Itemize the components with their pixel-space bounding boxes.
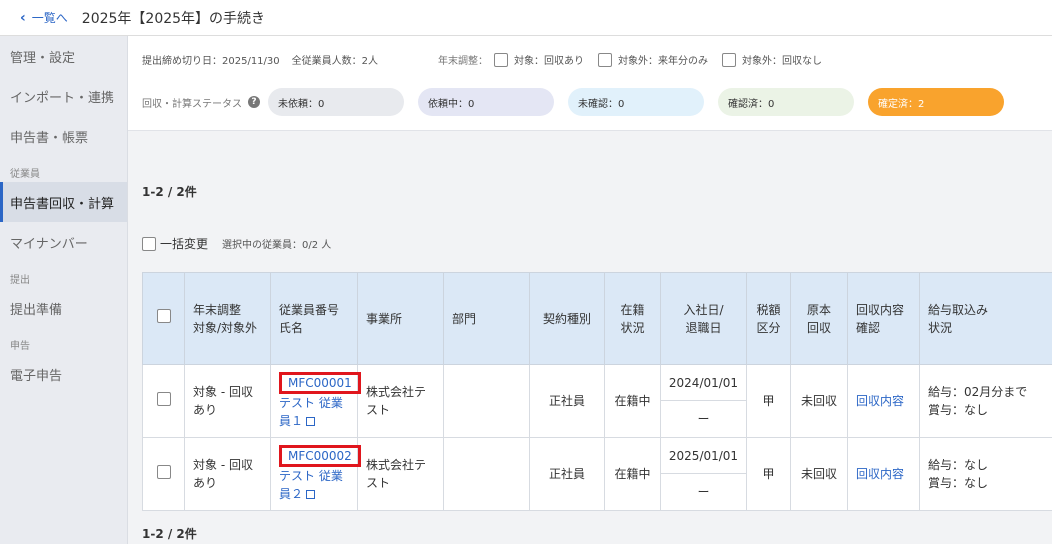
review-link[interactable]: 回収内容 [856,394,904,408]
bulk-change-bar: 一括変更 選択中の従業員：0/2 人 [142,235,331,252]
sidebar-item-mynumber[interactable]: マイナンバー [0,222,127,262]
bulk-change-label: 一括変更 [160,237,209,251]
result-count: 1-2 / 2件 [142,185,197,199]
cell-tax: 甲 [746,437,791,511]
header-status: 在籍 状況 [604,272,661,365]
cell-join-leave: 2024/01/01 ー [660,364,747,438]
row-select-cell [142,364,185,438]
back-label: 一覧へ [31,11,68,25]
cell-original: 未回収 [790,437,848,511]
bulk-change-checkbox[interactable] [142,236,156,251]
header-tax: 税額 区分 [746,272,791,365]
employee-name-link[interactable]: テスト 従業員２ [279,469,343,501]
chevron-left-icon: ‹ [20,9,26,26]
sidebar-item-submit-prep[interactable]: 提出準備 [0,288,127,328]
leave-date: ー [697,485,710,499]
header-payroll: 給与取込み 状況 [919,272,1052,365]
cell-status: 在籍中 [604,437,661,511]
header-contract: 契約種別 [529,272,605,365]
cell-office: 株式会社テスト [357,364,444,438]
row-checkbox[interactable] [156,391,171,406]
sidebar-section-submit: 提出 [10,274,30,286]
table-row: 対象 - 回収あり MFC00002 テスト 従業員２ 株式会社テスト 正社員 … [142,437,1052,511]
review-link[interactable]: 回収内容 [856,467,904,481]
top-bar: ‹ 一覧へ 2025年【2025年】の手続き [0,0,1052,36]
cell-dept [443,364,530,438]
cell-original: 未回収 [790,364,848,438]
select-all-cell [142,272,185,365]
filter-option-no-collection[interactable]: 対象外：回収なし [722,52,822,67]
selected-count-text: 選択中の従業員：0/2 人 [222,240,332,251]
status-pill-requested[interactable]: 依頼中：0 [418,88,554,116]
header-employee: 従業員番号 氏名 [270,272,358,365]
header-office: 事業所 [357,272,444,365]
header-dept: 部門 [443,272,530,365]
help-icon[interactable]: ? [248,96,260,108]
sidebar-item-collection[interactable]: 申告書回収・計算 [0,182,127,222]
filter-option-target[interactable]: 対象：回収あり [494,52,584,67]
sidebar-item-forms[interactable]: 申告書・帳票 [0,116,127,156]
header-join-leave: 入社日/ 退職日 [660,272,747,365]
filter-option-next-year[interactable]: 対象外：来年分のみ [598,52,708,67]
row-select-cell [142,437,185,511]
page-title: 2025年【2025年】の手続き [81,10,266,27]
leave-date: ー [697,412,710,426]
status-pill-confirmed[interactable]: 確認済：0 [718,88,854,116]
content-area: 1-2 / 2件 一括変更 選択中の従業員：0/2 人 年末調整 対象/対象外 … [128,131,1052,544]
cell-contract: 正社員 [529,437,605,511]
join-date: 2025/01/01 [661,438,746,474]
deadline-text: 提出締め切り日：2025/11/30 [142,56,280,67]
cell-employee: MFC00001 テスト 従業員１ [270,364,361,438]
select-all-checkbox[interactable] [156,309,171,323]
cell-tax: 甲 [746,364,791,438]
external-link-icon [306,490,316,499]
cell-status: 在籍中 [604,364,661,438]
join-date: 2024/01/01 [661,365,746,401]
status-pill-finalized[interactable]: 確定済：2 [868,88,1004,116]
cell-join-leave: 2025/01/01 ー [660,437,747,511]
cell-target: 対象 - 回収あり [184,364,271,438]
row-checkbox[interactable] [156,464,171,479]
external-link-icon [306,417,316,426]
employee-id-link[interactable]: MFC00001 [279,372,361,394]
sidebar-section-employee: 従業員 [10,168,40,180]
table-row: 対象 - 回収あり MFC00001 テスト 従業員１ 株式会社テスト 正社員 … [142,364,1052,438]
checkbox[interactable] [598,52,613,67]
status-pill-unconfirmed[interactable]: 未確認：0 [568,88,704,116]
checkbox[interactable] [494,52,509,67]
employee-id-link[interactable]: MFC00002 [279,445,361,467]
cell-target: 対象 - 回収あり [184,437,271,511]
header-target: 年末調整 対象/対象外 [184,272,271,365]
sidebar-item-e-filing[interactable]: 電子申告 [0,354,127,394]
result-count-bottom: 1-2 / 2件 [142,527,197,541]
cell-review: 回収内容 [847,364,920,438]
year-end-label: 年末調整： [438,56,489,67]
cell-contract: 正社員 [529,364,605,438]
employee-name-link[interactable]: テスト 従業員１ [279,396,343,428]
checkbox[interactable] [722,52,737,67]
cell-employee: MFC00002 テスト 従業員２ [270,437,361,511]
sidebar-section-report: 申告 [10,340,30,352]
status-label: 回収・計算ステータス ? [142,95,260,110]
header-original: 原本 回収 [790,272,848,365]
status-pill-unrequested[interactable]: 未依頼：0 [268,88,404,116]
table-header-row: 年末調整 対象/対象外 従業員番号 氏名 事業所 部門 契約種別 在籍 状況 入… [142,272,1052,365]
cell-review: 回収内容 [847,437,920,511]
employee-table: 年末調整 対象/対象外 従業員番号 氏名 事業所 部門 契約種別 在籍 状況 入… [142,272,1052,511]
back-to-list-link[interactable]: ‹ 一覧へ [20,9,68,26]
cell-dept [443,437,530,511]
cell-office: 株式会社テスト [357,437,444,511]
cell-payroll: 給与：なし 賞与：なし [919,437,1052,511]
filter-panel: 提出締め切り日：2025/11/30 全従業員人数：2人 年末調整： 対象：回収… [128,36,1052,131]
sidebar: 管理・設定 インポート・連携 申告書・帳票 従業員 申告書回収・計算 マイナンバ… [0,36,128,544]
sidebar-item-settings[interactable]: 管理・設定 [0,36,127,76]
sidebar-item-import[interactable]: インポート・連携 [0,76,127,116]
cell-payroll: 給与：02月分まで 賞与：なし [919,364,1052,438]
employee-count-text: 全従業員人数：2人 [291,56,379,67]
header-review: 回収内容 確認 [847,272,920,365]
